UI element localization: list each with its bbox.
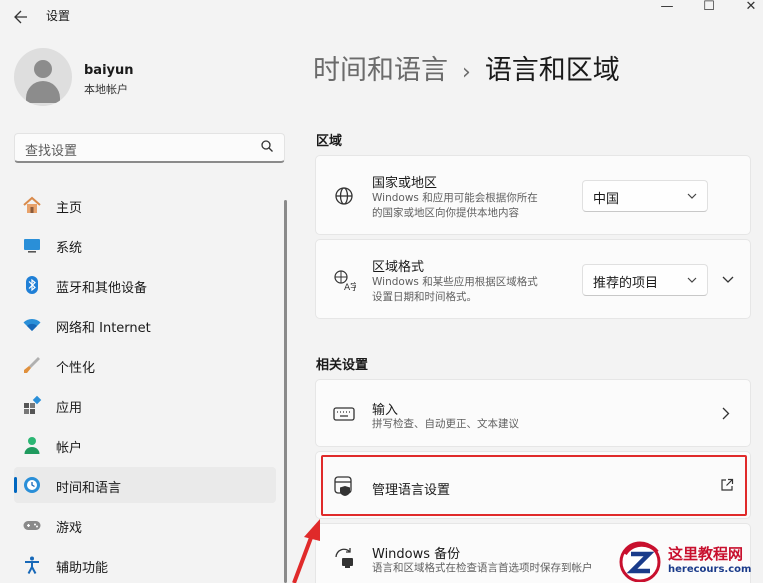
sidebar-item-label: 个性化	[56, 361, 96, 376]
display-icon	[24, 239, 40, 253]
expand-button[interactable]	[716, 268, 740, 292]
country-region-desc-2: 的国家或地区向你提供本地内容	[372, 207, 519, 219]
sidebar-item-label: 系统	[56, 241, 83, 256]
regional-format-desc-2: 设置日期和时间格式。	[372, 291, 477, 303]
globe-clock-icon	[24, 477, 40, 493]
sidebar-item-label: 时间和语言	[56, 481, 122, 496]
title-bar: 设置 — ☐ ✕	[0, 0, 763, 32]
svg-text:A字: A字	[344, 281, 356, 292]
search-placeholder: 查找设置	[25, 144, 78, 159]
windows-backup-title: Windows 备份	[372, 547, 461, 562]
sidebar-item-accounts[interactable]: 帐户	[14, 427, 276, 463]
sidebar-item-bluetooth[interactable]: 蓝牙和其他设备	[14, 267, 276, 303]
annotation-arrow	[292, 519, 320, 583]
minimize-button[interactable]: —	[644, 0, 690, 24]
gamepad-icon	[23, 521, 41, 530]
chevron-down-icon	[687, 193, 697, 199]
close-button[interactable]: ✕	[728, 0, 763, 24]
watermark-url: herecours.com	[668, 564, 752, 575]
watermark-title: 这里教程网	[668, 545, 744, 563]
sidebar-item-network[interactable]: 网络和 Internet	[14, 307, 276, 343]
account-type: 本地帐户	[84, 83, 128, 96]
page-title: 语言和区域	[484, 55, 620, 86]
keyboard-icon	[333, 407, 355, 421]
windows-backup-desc: 语言和区域格式在检查语言首选项时保存到帐户	[372, 562, 593, 574]
avatar-head	[34, 60, 52, 78]
breadcrumb-separator: ›	[462, 60, 471, 85]
sidebar-item-label: 帐户	[56, 441, 83, 456]
sidebar-item-label: 网络和 Internet	[56, 321, 151, 336]
sidebar-item-personalization[interactable]: 个性化	[14, 347, 276, 383]
shield-window-icon	[334, 476, 352, 496]
section-title-related: 相关设置	[316, 358, 369, 373]
regional-format-dropdown[interactable]: 推荐的项目	[582, 264, 708, 296]
sidebar-item-label: 游戏	[56, 521, 83, 536]
open-external-icon	[721, 478, 734, 491]
admin-language-card[interactable]: 管理语言设置	[315, 451, 751, 519]
sidebar-item-label: 蓝牙和其他设备	[56, 281, 148, 296]
watermark: 这里教程网 herecours.com	[618, 538, 763, 583]
sidebar-item-label: 主页	[56, 201, 83, 216]
breadcrumb-parent[interactable]: 时间和语言	[313, 55, 448, 86]
input-title: 输入	[372, 403, 399, 418]
sidebar-item-accessibility[interactable]: 辅助功能	[14, 547, 276, 583]
chevron-down-icon	[687, 277, 697, 283]
chevron-right-icon	[722, 407, 730, 420]
sidebar-item-apps[interactable]: 应用	[14, 387, 276, 423]
admin-language-title: 管理语言设置	[372, 483, 451, 498]
account-icon	[24, 437, 40, 454]
regional-format-title: 区域格式	[372, 260, 425, 275]
breadcrumb: 时间和语言 › 语言和区域	[313, 48, 620, 87]
sidebar-item-home[interactable]: 主页	[14, 187, 276, 223]
regional-format-desc-1: Windows 和某些应用根据区域格式	[372, 276, 538, 288]
chevron-down-icon	[722, 276, 734, 283]
avatar[interactable]	[14, 48, 72, 106]
backup-sync-icon	[335, 548, 353, 568]
sidebar-item-time-language[interactable]: 时间和语言	[14, 467, 276, 503]
globe-icon	[335, 187, 353, 205]
sidebar-item-gaming[interactable]: 游戏	[14, 507, 276, 543]
apps-icon	[24, 395, 42, 414]
watermark-logo	[619, 541, 661, 582]
bluetooth-icon	[26, 276, 38, 294]
regional-format-icon: A字	[334, 270, 356, 292]
country-region-title: 国家或地区	[372, 176, 438, 191]
regional-format-card[interactable]: A字 区域格式 Windows 和某些应用根据区域格式 设置日期和时间格式。 推…	[315, 239, 751, 319]
country-region-dropdown[interactable]: 中国	[582, 180, 708, 212]
country-region-desc-1: Windows 和应用可能会根据你所在	[372, 192, 538, 204]
back-button[interactable]	[10, 6, 32, 26]
back-arrow-icon	[14, 10, 27, 24]
accessibility-icon	[25, 556, 39, 574]
sidebar-item-label: 辅助功能	[56, 561, 109, 576]
search-icon[interactable]	[260, 139, 274, 153]
dropdown-value: 推荐的项目	[593, 276, 659, 291]
country-region-card: 国家或地区 Windows 和应用可能会根据你所在 的国家或地区向你提供本地内容…	[315, 155, 751, 235]
wifi-icon	[23, 318, 41, 331]
section-title-region: 区域	[316, 134, 343, 149]
dropdown-value: 中国	[593, 192, 620, 207]
input-desc: 拼写检查、自动更正、文本建议	[372, 418, 519, 430]
input-card[interactable]: 输入 拼写检查、自动更正、文本建议	[315, 379, 751, 447]
avatar-body	[26, 81, 60, 103]
user-name: baiyun	[84, 63, 134, 78]
sidebar-item-label: 应用	[56, 401, 83, 416]
sidebar-scrollbar[interactable]	[284, 200, 287, 583]
sidebar-item-system[interactable]: 系统	[14, 227, 276, 263]
home-icon	[23, 196, 41, 213]
maximize-button[interactable]: ☐	[686, 0, 732, 24]
search-input[interactable]: 查找设置	[14, 133, 285, 163]
paintbrush-icon	[24, 357, 40, 373]
app-title: 设置	[46, 9, 71, 23]
